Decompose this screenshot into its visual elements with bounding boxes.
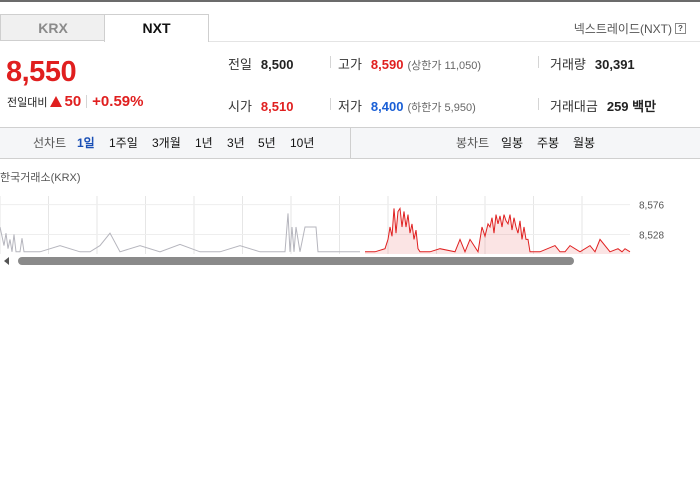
period-3y-button[interactable]: 3년 <box>227 128 245 158</box>
stat-value: 8,510 <box>260 99 294 114</box>
stat-label: 시가 <box>228 99 252 114</box>
help-icon[interactable]: ? <box>675 23 686 34</box>
stat-label: 저가 <box>338 99 362 114</box>
change-divider <box>86 95 88 108</box>
stat-divider <box>538 56 539 68</box>
stat-label: 고가 <box>338 57 362 72</box>
stat-lower-limit: (하한가 5,950) <box>407 102 476 114</box>
current-price: 8,550 <box>6 56 77 88</box>
stat-value: 30,391 <box>594 57 635 72</box>
candle-chart-label: 봉차트 <box>456 136 490 150</box>
price-chart-svg: 8,576 8,528 <box>0 196 664 258</box>
period-10y-button[interactable]: 10년 <box>290 128 314 158</box>
change-value: 50 <box>64 93 82 110</box>
candle-weekly-button[interactable]: 주봉 <box>537 128 559 158</box>
stat-divider <box>330 56 331 68</box>
stat-value: 8,590 <box>370 57 404 72</box>
stat-label: 전일 <box>228 57 252 72</box>
stat-value: 259 백만 <box>606 99 657 114</box>
stat-low: 저가 8,400 (하한가 5,950) <box>338 96 476 115</box>
stat-volume: 거래량 30,391 <box>550 54 635 73</box>
stat-upper-limit: (상한가 11,050) <box>407 60 482 72</box>
top-border <box>0 0 700 2</box>
stat-amount: 거래대금 259 백만 <box>550 96 656 115</box>
change-label: 전일대비 <box>7 96 48 109</box>
scroll-left-icon[interactable] <box>4 257 9 265</box>
stat-prev-close: 전일 8,500 <box>228 54 293 73</box>
period-1w-button[interactable]: 1주일 <box>109 128 138 158</box>
chart-scrollbar[interactable] <box>0 254 700 268</box>
toolbar-divider <box>350 128 351 158</box>
stat-open: 시가 8,510 <box>228 96 293 115</box>
period-3m-button[interactable]: 3개월 <box>152 128 181 158</box>
y-tick-label: 8,576 <box>639 201 664 212</box>
tab-krx[interactable]: KRX <box>0 14 105 41</box>
y-tick-label: 8,528 <box>639 230 664 241</box>
toolbar-bottom-border <box>0 158 700 159</box>
period-5y-button[interactable]: 5년 <box>258 128 276 158</box>
candle-daily-button[interactable]: 일봉 <box>501 128 523 158</box>
stat-value: 8,500 <box>260 57 294 72</box>
nxt-info: 넥스트레이드(NXT) ? <box>574 20 686 37</box>
stat-divider <box>330 98 331 110</box>
tabs-underline <box>209 41 700 42</box>
period-1d-button[interactable]: 1일 <box>77 128 95 158</box>
candle-monthly-button[interactable]: 월봉 <box>573 128 595 158</box>
line-chart-label: 선차트 <box>33 136 67 150</box>
price-chart: 8,576 8,528 <box>0 183 700 258</box>
stat-divider <box>538 98 539 110</box>
stat-value: 8,400 <box>370 99 404 114</box>
stat-high: 고가 8,590 (상한가 11,050) <box>338 54 481 73</box>
stat-label: 거래량 <box>550 57 586 72</box>
change-percent: +0.59% <box>92 93 144 110</box>
price-change: 전일대비 50 +0.59% <box>7 93 143 110</box>
tab-nxt[interactable]: NXT <box>104 14 209 42</box>
scroll-thumb[interactable] <box>18 257 574 265</box>
chart-toolbar: 선차트 1일 1주일 3개월 1년 3년 5년 10년 봉차트 일봉 주봉 월봉 <box>0 128 700 158</box>
stat-label: 거래대금 <box>550 99 598 114</box>
series-line <box>0 213 360 253</box>
period-1y-button[interactable]: 1년 <box>195 128 213 158</box>
nxt-info-label: 넥스트레이드(NXT) <box>573 22 672 36</box>
up-triangle-icon <box>50 96 63 107</box>
